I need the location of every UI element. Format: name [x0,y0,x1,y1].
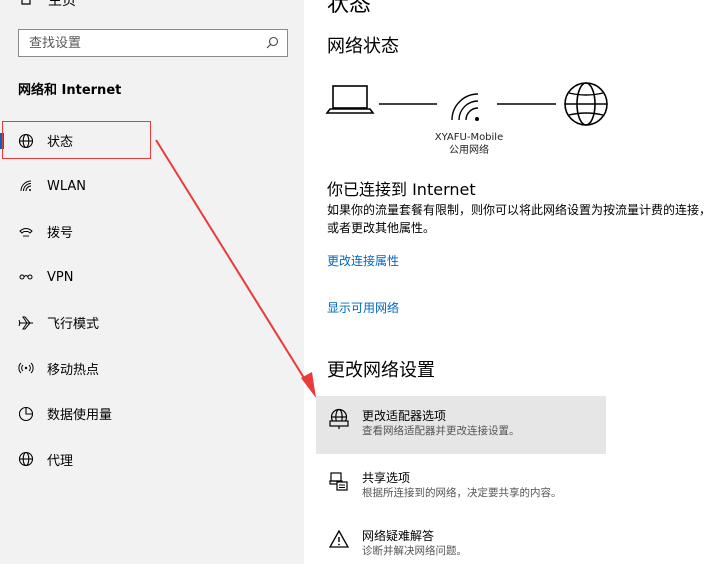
connection-status-desc: 如果你的流量套餐有限制，则你可以将此网络设置为按流量计费的连接，或者更改其他属性… [327,203,712,235]
vpn-icon [17,268,35,286]
home-icon [18,0,34,10]
globe-icon [17,450,35,468]
search-icon[interactable] [266,34,279,53]
data-usage-icon [17,405,35,423]
laptop-icon [325,85,375,114]
sidebar-item-data-usage[interactable]: 数据使用量 [0,391,304,437]
connection-status-title: 你已连接到 Internet [327,180,476,199]
wifi-icon [17,177,35,195]
adapter-icon [328,408,350,430]
change-connection-properties-link[interactable]: 更改连接属性 [327,252,399,269]
sidebar-item-label: WLAN [47,178,87,194]
sidebar-item-wlan[interactable]: WLAN [0,164,304,210]
airplane-icon [17,314,35,332]
sharing-icon [328,470,350,492]
network-type: 公用网络 [449,145,489,156]
home-label: 主页 [48,0,76,9]
option-title: 更改适配器选项 [362,409,447,423]
network-status-heading: 网络状态 [327,36,399,57]
network-troubleshooter[interactable]: 网络疑难解答 诊断并解决网络问题。 [316,516,606,564]
show-available-networks-link[interactable]: 显示可用网络 [327,299,399,316]
sidebar-item-hotspot[interactable]: 移动热点 [0,346,304,392]
option-desc: 诊断并解决网络问题。 [362,545,467,557]
sidebar-item-label: VPN [47,269,74,285]
search-box[interactable] [18,29,288,57]
option-desc: 根据所连接到的网络，决定要共享的内容。 [362,487,562,499]
sidebar-item-airplane[interactable]: 飞行模式 [0,300,304,346]
sidebar-item-label: 移动热点 [47,362,100,378]
network-label: XYAFU-Mobile 公用网络 [414,131,524,157]
sidebar-item-label: 代理 [47,453,74,469]
annotation-highlight-box [2,121,151,159]
sidebar-item-label: 拨号 [47,226,74,242]
section-label: 网络和 Internet [18,83,122,98]
phone-icon [17,223,35,241]
warning-icon [328,528,350,550]
sidebar-item-proxy[interactable]: 代理 [0,437,304,483]
search-input[interactable] [29,35,266,51]
change-adapter-options[interactable]: 更改适配器选项 查看网络适配器并更改连接设置。 [316,396,606,454]
main-content: 状态 网络状态 XYAFU-Mobile 公用网络 你已连接到 Internet… [304,0,720,564]
home-nav-item[interactable]: 主页 [18,0,76,12]
sidebar-item-label: 飞行模式 [47,317,100,333]
change-network-settings-heading: 更改网络设置 [327,360,435,381]
sharing-options[interactable]: 共享选项 根据所连接到的网络，决定要共享的内容。 [316,458,606,516]
option-title: 网络疑难解答 [362,529,435,543]
sidebar-nav: 状态 WLAN 拨号 VPN 飞行模式 移动热点 数据使用量 代理 [0,118,304,482]
hotspot-icon [17,359,35,377]
sidebar: 主页 网络和 Internet 状态 WLAN 拨号 [0,0,304,564]
sidebar-item-dialup[interactable]: 拨号 [0,209,304,255]
network-name: XYAFU-Mobile [434,132,504,143]
wifi-icon [451,93,479,121]
option-title: 共享选项 [362,471,411,485]
page-title: 状态 [327,0,372,17]
sidebar-item-vpn[interactable]: VPN [0,255,304,301]
option-desc: 查看网络适配器并更改连接设置。 [362,425,520,437]
globe-icon [564,82,608,126]
sidebar-item-label: 数据使用量 [47,408,113,424]
